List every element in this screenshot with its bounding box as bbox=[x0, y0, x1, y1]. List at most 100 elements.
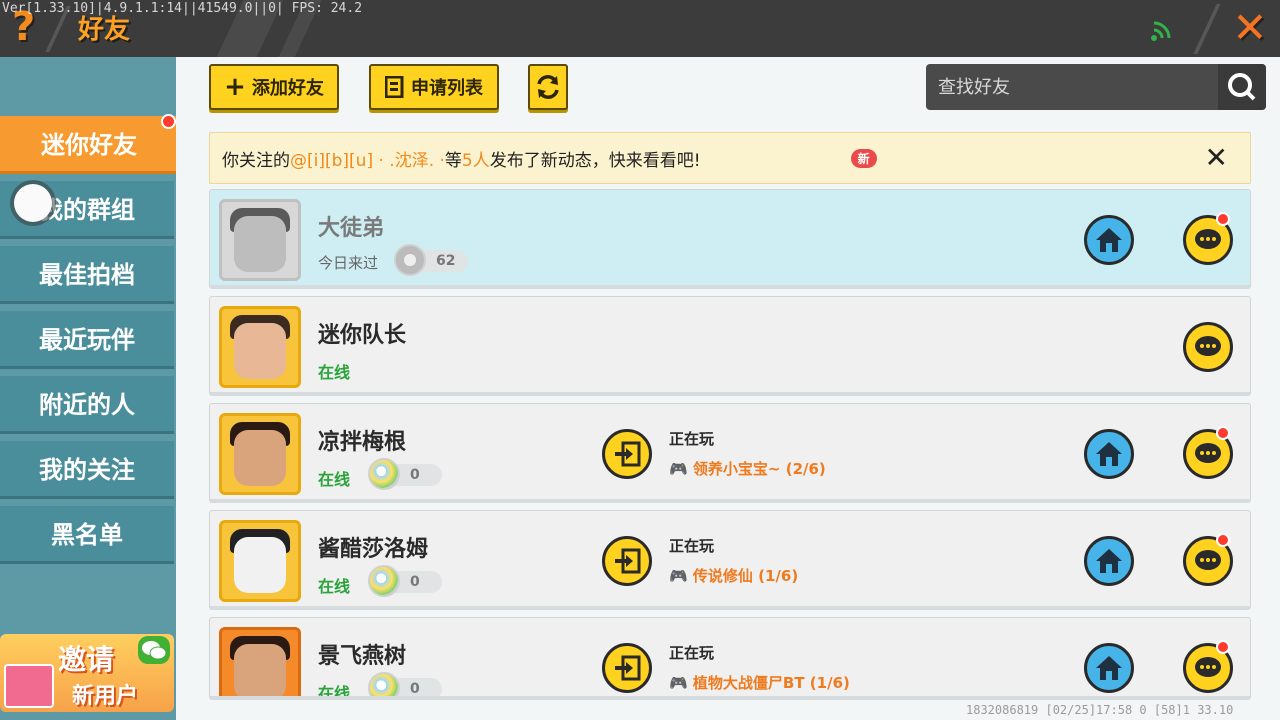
chat-icon bbox=[1195, 229, 1221, 249]
refresh-button[interactable] bbox=[528, 64, 568, 110]
playing-game-title: 领养小宝宝~ (2/6) bbox=[692, 460, 826, 478]
debug-footer-text: 1832086819 [02/25]17:58 0 [58]1 33.10 bbox=[966, 703, 1234, 717]
playing-game[interactable]: 🎮 领养小宝宝~ (2/6) bbox=[669, 458, 826, 479]
friend-status: 在线 bbox=[318, 363, 351, 382]
visit-home-button[interactable] bbox=[1084, 215, 1134, 265]
new-badge: 新 bbox=[850, 148, 877, 168]
chat-button[interactable] bbox=[1183, 322, 1233, 372]
playing-game-title: 植物大战僵尸BT (1/6) bbox=[692, 674, 850, 692]
friend-avatar[interactable] bbox=[219, 520, 301, 602]
friend-status: 在线 bbox=[318, 577, 351, 596]
sidebar-tab-mini-friends[interactable]: 迷你好友 bbox=[0, 116, 178, 174]
friend-name: 景飞燕树 bbox=[318, 644, 407, 669]
playing-label: 正在玩 bbox=[669, 430, 715, 448]
chat-badge bbox=[1216, 212, 1230, 226]
add-friend-label: 添加好友 bbox=[251, 78, 324, 99]
friend-name: 大徒弟 bbox=[318, 216, 385, 241]
sidebar-tab-best-partners[interactable]: 最佳拍档 bbox=[0, 246, 174, 304]
chat-icon bbox=[1195, 336, 1221, 356]
gamepad-icon: 🎮 bbox=[669, 567, 688, 585]
apply-list-button[interactable]: 申请列表 bbox=[369, 64, 499, 110]
home-icon bbox=[1096, 549, 1122, 573]
search-box bbox=[926, 64, 1266, 110]
enter-icon bbox=[615, 441, 641, 467]
friend-score: 0 bbox=[368, 565, 442, 597]
playing-game[interactable]: 🎮 传说修仙 (1/6) bbox=[669, 565, 798, 586]
gift-icon bbox=[4, 664, 54, 708]
friend-row[interactable]: 迷你队长 在线 bbox=[209, 296, 1251, 396]
friend-score: 0 bbox=[368, 672, 442, 697]
join-game-button[interactable] bbox=[602, 536, 652, 586]
gamepad-icon: 🎮 bbox=[669, 674, 688, 692]
score-icon bbox=[368, 565, 400, 597]
notification-badge bbox=[161, 114, 176, 129]
apply-list-label: 申请列表 bbox=[411, 78, 483, 99]
friend-status: 在线 bbox=[318, 470, 351, 489]
friend-avatar[interactable] bbox=[219, 306, 301, 388]
visit-home-button[interactable] bbox=[1084, 643, 1134, 693]
invite-new-user-banner[interactable]: 邀请 新用户 bbox=[0, 634, 174, 712]
friend-status: 在线 bbox=[318, 684, 351, 700]
friend-avatar[interactable] bbox=[219, 627, 301, 696]
join-game-button[interactable] bbox=[602, 429, 652, 479]
sidebar-tab-following[interactable]: 我的关注 bbox=[0, 441, 174, 499]
friend-name: 迷你队长 bbox=[318, 323, 407, 348]
notice-prefix: 你关注的 bbox=[222, 150, 290, 171]
playing-game-title: 传说修仙 (1/6) bbox=[692, 567, 799, 585]
friend-avatar[interactable] bbox=[219, 199, 301, 281]
invite-subtitle: 新用户 bbox=[72, 684, 139, 709]
close-button[interactable]: ✕ bbox=[1228, 6, 1272, 50]
sidebar-tab-recent-players[interactable]: 最近玩伴 bbox=[0, 311, 174, 369]
playing-label: 正在玩 bbox=[669, 537, 715, 555]
friend-score-value: 0 bbox=[410, 574, 420, 590]
home-icon bbox=[1096, 442, 1122, 466]
touch-indicator bbox=[14, 184, 52, 222]
wifi-signal-icon bbox=[1151, 21, 1171, 41]
chat-badge bbox=[1216, 640, 1230, 654]
friend-score: 62 bbox=[394, 244, 468, 276]
search-icon[interactable] bbox=[1218, 64, 1266, 110]
friend-row[interactable]: 大徒弟 今日来过 62 bbox=[209, 189, 1251, 289]
friend-score-value: 0 bbox=[410, 467, 420, 483]
add-friend-button[interactable]: + 添加好友 bbox=[209, 64, 339, 110]
friend-row[interactable]: 凉拌梅根 在线 0 正在玩 🎮 领养小宝宝~ (2/6) bbox=[209, 403, 1251, 503]
friend-name: 酱醋莎洛姆 bbox=[318, 537, 429, 562]
chat-icon bbox=[1195, 550, 1221, 570]
friend-status: 今日来过 bbox=[318, 254, 379, 272]
version-debug-text: Ver[1.33.10]|4.9.1.1:14||41549.0||0| FPS… bbox=[2, 1, 363, 16]
plus-icon: + bbox=[224, 72, 246, 102]
notice-suffix: 发布了新动态，快来看看吧! bbox=[489, 150, 701, 171]
home-icon bbox=[1096, 656, 1122, 680]
activity-notice-bar[interactable]: 你关注的 @[i][b][u] · .沈泽. · 等 5人 发布了新动态，快来看… bbox=[209, 132, 1251, 184]
friend-name: 凉拌梅根 bbox=[318, 430, 407, 455]
notice-count: 5人 bbox=[461, 150, 490, 171]
friend-row[interactable]: 景飞燕树 在线 0 正在玩 🎮 植物大战僵尸BT (1/6) bbox=[209, 617, 1251, 700]
friend-row[interactable]: 酱醋莎洛姆 在线 0 正在玩 🎮 传说修仙 (1/6) bbox=[209, 510, 1251, 610]
search-input[interactable] bbox=[926, 64, 1218, 110]
notice-user: @[i][b][u] · .沈泽. · bbox=[290, 150, 445, 171]
friend-score-value: 62 bbox=[436, 253, 456, 269]
chat-icon bbox=[1195, 443, 1221, 463]
friend-score: 0 bbox=[368, 458, 442, 490]
join-game-button[interactable] bbox=[602, 643, 652, 693]
chat-badge bbox=[1216, 426, 1230, 440]
friend-score-value: 0 bbox=[410, 681, 420, 697]
playing-game[interactable]: 🎮 植物大战僵尸BT (1/6) bbox=[669, 672, 850, 693]
refresh-icon bbox=[537, 75, 559, 99]
visit-home-button[interactable] bbox=[1084, 429, 1134, 479]
invite-title: 邀请 bbox=[58, 643, 115, 676]
sidebar-tab-nearby[interactable]: 附近的人 bbox=[0, 376, 174, 434]
enter-icon bbox=[615, 548, 641, 574]
visit-home-button[interactable] bbox=[1084, 536, 1134, 586]
score-icon bbox=[394, 244, 426, 276]
enter-icon bbox=[615, 655, 641, 681]
notice-close-button[interactable]: ✕ bbox=[1205, 143, 1228, 173]
sidebar-tab-blacklist[interactable]: 黑名单 bbox=[0, 506, 174, 564]
list-icon bbox=[385, 76, 404, 98]
notice-middle: 等 bbox=[444, 150, 462, 171]
home-icon bbox=[1096, 228, 1122, 252]
score-icon bbox=[368, 458, 400, 490]
chat-icon bbox=[1195, 657, 1221, 677]
playing-label: 正在玩 bbox=[669, 644, 715, 662]
friend-avatar[interactable] bbox=[219, 413, 301, 495]
